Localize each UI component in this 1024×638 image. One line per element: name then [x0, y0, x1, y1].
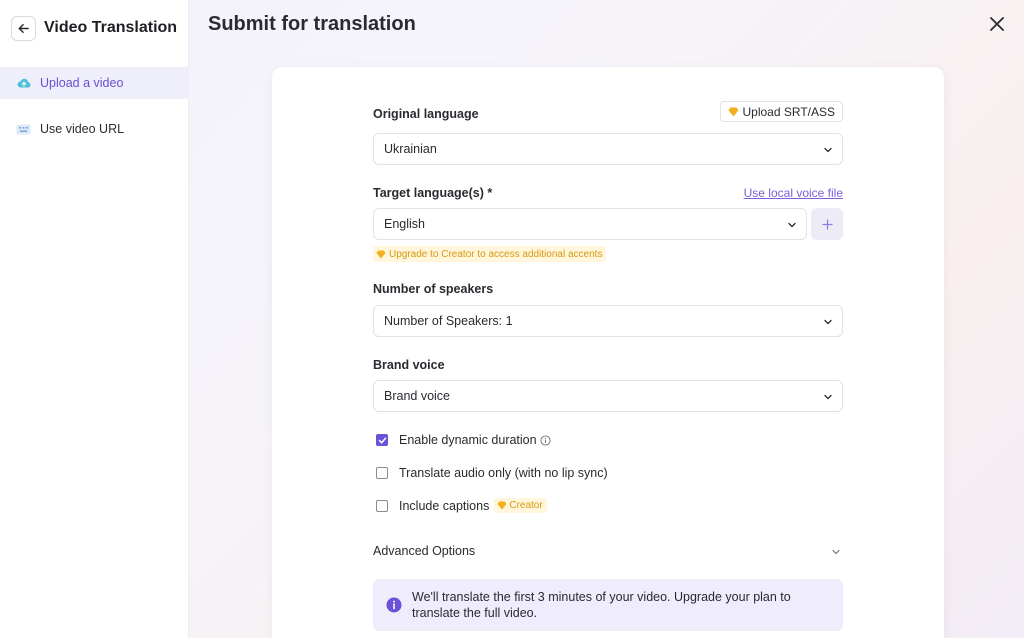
chevron-down-icon: [824, 147, 832, 153]
checkmark-icon: [378, 437, 386, 443]
original-language-section: Original language Upload SRT/ASS Ukraini…: [373, 101, 843, 167]
option-dynamic-duration: Enable dynamic duration: [376, 433, 551, 447]
options-section: Enable dynamic duration Translate audio …: [373, 433, 843, 518]
chevron-down-icon: [832, 549, 840, 555]
brand-voice-label: Brand voice: [373, 358, 445, 372]
advanced-options-section: Advanced Options: [373, 541, 843, 561]
use-local-voice-link[interactable]: Use local voice file: [744, 186, 843, 200]
plus-icon: [821, 218, 833, 230]
upload-srt-button[interactable]: Upload SRT/ASS: [719, 101, 843, 122]
include-captions-label: Include captions: [399, 498, 490, 513]
sidebar-item-video-url[interactable]: Use video URL: [0, 113, 189, 145]
sidebar-item-label: Upload a video: [40, 76, 124, 90]
creator-badge-text: Creator: [509, 500, 543, 511]
cloud-upload-icon: [15, 75, 32, 92]
include-captions-checkbox[interactable]: [376, 499, 388, 512]
arrow-left-icon: [18, 23, 29, 33]
page-title: Submit for translation: [208, 13, 416, 35]
target-language-select[interactable]: English: [373, 208, 807, 240]
translation-form-card: Original language Upload SRT/ASS Ukraini…: [272, 67, 944, 638]
original-language-select[interactable]: Ukrainian: [373, 133, 843, 165]
creator-badge: Creator: [494, 498, 547, 513]
main-panel: Submit for translation Original language…: [189, 0, 1024, 638]
info-circle-icon: [386, 597, 402, 613]
diamond-icon: [497, 501, 507, 510]
target-language-row: English Upgrade to Creator to access add…: [373, 208, 843, 268]
close-icon: [990, 17, 1004, 31]
speakers-label: Number of speakers: [373, 282, 494, 296]
diamond-icon: [728, 107, 738, 116]
sidebar: Video Translation Upload a video Use vid…: [0, 0, 189, 638]
sidebar-item-label: Use video URL: [40, 122, 125, 136]
diamond-icon: [376, 249, 386, 259]
speakers-select[interactable]: Number of Speakers: 1: [373, 305, 843, 337]
speakers-value: Number of Speakers: 1: [384, 314, 513, 328]
chevron-down-icon: [824, 319, 832, 325]
upgrade-accents-note: Upgrade to Creator to access additional …: [373, 246, 607, 262]
trial-notice-text: We'll translate the first 3 minutes of y…: [412, 590, 791, 620]
audio-only-checkbox[interactable]: [376, 467, 388, 479]
sidebar-item-upload-video[interactable]: Upload a video: [0, 67, 189, 99]
brand-voice-value: Brand voice: [384, 389, 451, 403]
upgrade-note-text: Upgrade to Creator to access additional …: [389, 248, 603, 260]
audio-only-label: Translate audio only (with no lip sync): [399, 466, 608, 480]
back-button[interactable]: [11, 15, 36, 41]
trial-notice-section: We'll translate the first 3 minutes of y…: [373, 579, 843, 631]
speakers-section: Number of speakers Number of Speakers: 1: [373, 282, 843, 342]
chevron-down-icon: [788, 222, 796, 228]
close-button[interactable]: [988, 15, 1008, 35]
option-include-captions: Include captions Creator: [376, 498, 547, 513]
keyboard-icon: [15, 121, 32, 138]
trial-notice: We'll translate the first 3 minutes of y…: [373, 579, 843, 631]
advanced-options-toggle[interactable]: Advanced Options: [373, 541, 843, 561]
sidebar-header: Video Translation: [0, 0, 188, 56]
chevron-down-icon: [824, 394, 832, 400]
info-icon[interactable]: [540, 434, 551, 446]
target-language-value: English: [384, 217, 425, 231]
brand-voice-select[interactable]: Brand voice: [373, 380, 843, 412]
sidebar-title: Video Translation: [44, 19, 178, 36]
advanced-options-label: Advanced Options: [373, 544, 476, 558]
option-audio-only: Translate audio only (with no lip sync): [376, 466, 608, 480]
brand-voice-section: Brand voice Brand voice: [373, 358, 843, 418]
dynamic-duration-label: Enable dynamic duration: [399, 433, 537, 447]
add-target-language-button[interactable]: [811, 208, 843, 240]
upload-srt-label: Upload SRT/ASS: [742, 104, 836, 119]
original-language-value: Ukrainian: [384, 142, 437, 156]
dynamic-duration-checkbox[interactable]: [376, 434, 388, 446]
